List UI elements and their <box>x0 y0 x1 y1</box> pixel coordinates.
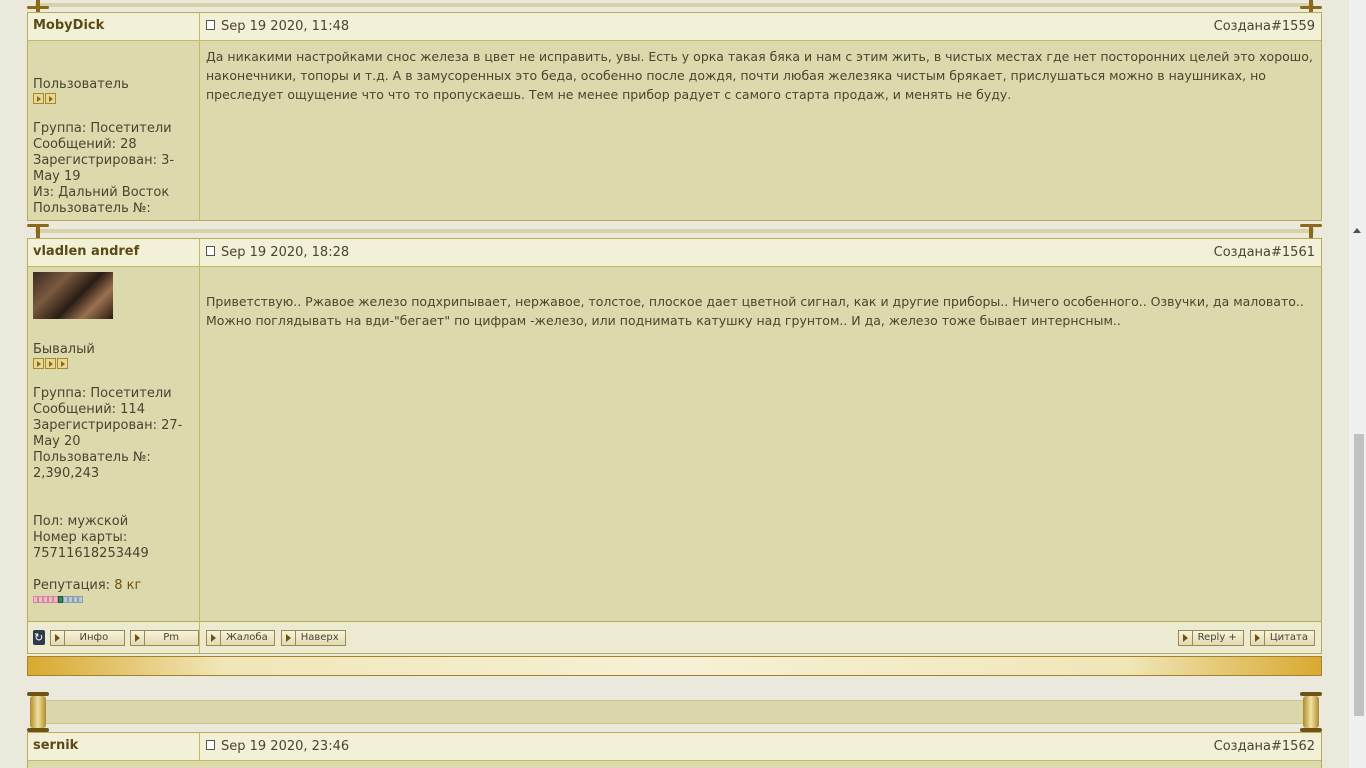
user-messages: Сообщений: 28 <box>33 137 137 152</box>
scroll-divider <box>27 224 1322 238</box>
post-body: Приветствую.. Ржавое железо подхрипывает… <box>206 294 1304 328</box>
post-created-label: Создана <box>1213 245 1272 260</box>
scroll-divider-large <box>27 692 1322 732</box>
info-button[interactable]: Инфо <box>49 629 126 646</box>
arrow-right-icon <box>1251 630 1265 645</box>
post-number-link[interactable]: #1559 <box>1271 19 1315 34</box>
post-author[interactable]: MobyDick <box>28 13 200 40</box>
user-rank: Пользователь <box>33 77 129 92</box>
post-created-label: Создана <box>1213 19 1272 34</box>
scroll-up-icon[interactable] <box>1353 228 1361 233</box>
post-separator-band <box>27 656 1322 676</box>
post-number-link[interactable]: #1562 <box>1271 739 1315 754</box>
report-button[interactable]: Жалоба <box>206 629 275 646</box>
forum-page: MobyDick Sep 19 2020, 11:48 Создана #155… <box>27 0 1322 768</box>
arrow-right-icon <box>207 630 221 645</box>
post-doc-icon <box>206 19 215 30</box>
to-top-button[interactable]: Наверх <box>280 629 346 646</box>
user-registered: Зарегистрирован: 3-May 19 <box>33 153 175 184</box>
rank-pip-icon <box>33 93 44 104</box>
user-card: Номер карты: 75711618253449 <box>33 530 149 561</box>
post-date: Sep 19 2020, 18:28 <box>221 245 350 260</box>
user-gender: Пол: мужской <box>33 514 129 529</box>
quote-button[interactable]: Цитата <box>1249 629 1315 646</box>
post-1561: vladlen andref Sep 19 2020, 18:28 Создан… <box>27 238 1322 654</box>
post-1559: MobyDick Sep 19 2020, 11:48 Создана #155… <box>27 12 1322 221</box>
rank-pip-icon <box>45 358 56 369</box>
reputation-label: Репутация: <box>33 578 115 593</box>
arrow-right-icon <box>51 630 65 645</box>
user-rank: Бывалый <box>33 342 95 357</box>
arrow-right-icon <box>282 630 296 645</box>
rank-pips <box>33 358 194 369</box>
scrollbar-thumb[interactable] <box>1354 434 1364 716</box>
user-number: Пользователь №: 2,390,243 <box>33 450 151 481</box>
post-number-link[interactable]: #1561 <box>1271 245 1315 260</box>
refresh-icon[interactable]: ↻ <box>33 630 45 645</box>
post-body: Да никакими настройками снос железа в цв… <box>206 49 1313 102</box>
post-doc-icon <box>206 245 215 256</box>
user-group: Группа: Посетители <box>33 121 172 136</box>
post-date: Sep 19 2020, 23:46 <box>221 739 350 754</box>
post-author[interactable]: sernik <box>28 733 200 760</box>
user-group: Группа: Посетители <box>33 386 172 401</box>
rank-pip-icon <box>57 358 68 369</box>
post-created-label: Создана <box>1213 739 1272 754</box>
post-date: Sep 19 2020, 11:48 <box>221 19 350 34</box>
user-from: Из: Дальний Восток <box>33 185 170 200</box>
user-messages: Сообщений: 114 <box>33 402 145 417</box>
page-scrollbar[interactable] <box>1349 0 1366 768</box>
rank-pips <box>33 93 194 104</box>
rank-pip-icon <box>33 358 44 369</box>
post-doc-icon <box>206 739 215 750</box>
arrow-right-icon <box>131 630 146 645</box>
post-author[interactable]: vladlen andref <box>28 239 200 266</box>
user-registered: Зарегистрирован: 27-May 20 <box>33 418 183 449</box>
reply-button[interactable]: Reply + <box>1177 629 1244 646</box>
post-1562: sernik Sep 19 2020, 23:46 Создана #1562 <box>27 732 1322 768</box>
avatar <box>33 272 113 319</box>
reputation-value[interactable]: 8 кг <box>114 578 141 593</box>
rank-pip-icon <box>45 93 56 104</box>
user-number: Пользователь №: <box>33 201 151 216</box>
pm-button[interactable]: Pm <box>130 629 199 646</box>
arrow-right-icon <box>1179 630 1193 645</box>
reputation-bar <box>33 596 194 603</box>
scroll-divider-top <box>27 0 1322 12</box>
user-reputation: Репутация: 8 кг <box>33 578 194 594</box>
